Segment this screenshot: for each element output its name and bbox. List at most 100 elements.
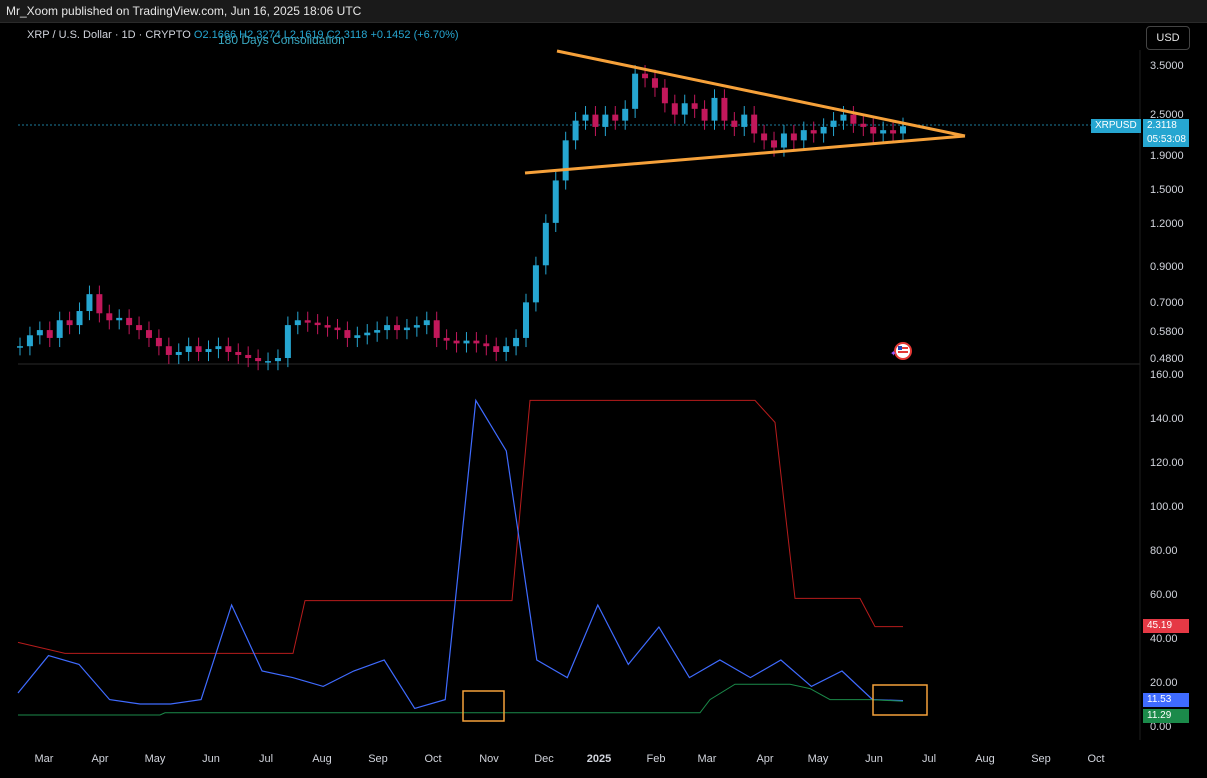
candle-body	[800, 130, 807, 141]
indicator-tick-label: 40.00	[1150, 633, 1178, 645]
candlestick-series	[17, 65, 906, 371]
symbol-title: XRP / U.S. Dollar · 1D · CRYPTO	[27, 29, 191, 41]
candle-body	[820, 126, 827, 134]
candle-body	[46, 330, 53, 338]
candle-body	[741, 114, 748, 127]
candle-body	[423, 320, 430, 326]
candle-body	[592, 114, 599, 127]
candle-body	[86, 294, 93, 312]
us-flag-event-icon[interactable]: ✦	[890, 342, 912, 360]
candle-body	[860, 123, 867, 127]
time-tick-label: Aug	[312, 753, 332, 765]
candle-body	[721, 97, 728, 121]
time-tick-label: Apr	[756, 753, 773, 765]
price-tick-label: 1.9000	[1150, 150, 1184, 162]
time-tick-label: Oct	[424, 753, 441, 765]
svg-text:✦: ✦	[890, 349, 897, 358]
candle-body	[542, 222, 549, 266]
candle-body	[761, 133, 768, 141]
candle-body	[56, 320, 63, 338]
price-tick-label: 0.7000	[1150, 297, 1184, 309]
candle-body	[235, 351, 242, 355]
green-value-tag: 11.29	[1143, 709, 1189, 723]
triangle-upper-line[interactable]	[556, 49, 966, 138]
candle-body	[522, 302, 529, 338]
time-tick-label: Jun	[202, 753, 220, 765]
candle-body	[562, 140, 569, 181]
candle-body	[602, 114, 609, 127]
green-indicator-line	[18, 683, 904, 716]
highlight-box-nov[interactable]	[462, 690, 505, 722]
candle-body	[265, 361, 272, 363]
price-tag: 2.3118	[1143, 119, 1189, 133]
currency-button[interactable]: USD	[1146, 26, 1190, 50]
candle-body	[701, 108, 708, 121]
time-tick-label: Jun	[865, 753, 883, 765]
time-axis-ticks: Mar Apr May Jun Jul Aug Sep Oct Nov Dec 2025 Feb Mar…	[35, 753, 1105, 765]
candle-body	[205, 349, 212, 352]
candle-body	[225, 346, 232, 352]
candle-body	[374, 330, 381, 333]
time-tick-label: Dec	[534, 753, 554, 765]
time-tick-label: Jul	[922, 753, 936, 765]
candle-body	[294, 320, 301, 326]
candle-body	[255, 358, 262, 362]
indicator-tick-label: 120.00	[1150, 457, 1184, 469]
candle-body	[443, 337, 450, 341]
candle-body	[165, 346, 172, 355]
chart-canvas[interactable]: 3.50002.50001.90001.50001.20000.90000.70…	[0, 0, 1207, 777]
candle-body	[503, 346, 510, 352]
candle-body	[790, 133, 797, 141]
candle-body	[582, 114, 589, 121]
candle-body	[384, 325, 391, 331]
candle-body	[106, 313, 113, 321]
price-tick-label: 1.2000	[1150, 218, 1184, 230]
candle-body	[642, 73, 649, 79]
candle-body	[453, 340, 460, 344]
blue-value-tag: 11.53	[1143, 693, 1189, 707]
candle-body	[354, 335, 361, 338]
candle-body	[552, 180, 559, 223]
time-tick-label: Sep	[368, 753, 388, 765]
price-tick-label: 3.5000	[1150, 60, 1184, 72]
candle-body	[850, 114, 857, 124]
candle-body	[651, 78, 658, 88]
price-tick-label: 0.9000	[1150, 261, 1184, 273]
candle-body	[145, 330, 152, 338]
candle-body	[890, 130, 897, 134]
blue-indicator-line	[17, 398, 904, 710]
candle-body	[274, 358, 281, 362]
candle-body	[572, 120, 579, 141]
countdown-tag: 05:53:08	[1143, 133, 1189, 147]
triangle-lower-line[interactable]	[524, 134, 966, 175]
candle-body	[532, 265, 539, 303]
candle-body	[780, 133, 787, 148]
red-indicator-line	[17, 399, 903, 654]
time-tick-label: May	[808, 753, 829, 765]
time-tick-label: Aug	[975, 753, 995, 765]
candle-body	[870, 126, 877, 134]
candle-body	[314, 322, 321, 326]
price-tick-label: 0.5800	[1150, 326, 1184, 338]
candle-body	[17, 346, 23, 348]
candle-body	[513, 337, 520, 347]
candle-body	[771, 140, 778, 148]
candle-body	[175, 351, 182, 355]
candle-body	[840, 114, 847, 121]
candle-body	[830, 120, 837, 127]
candle-body	[671, 103, 678, 115]
candle-body	[612, 114, 619, 121]
indicator-tick-label: 100.00	[1150, 501, 1184, 513]
candle-body	[900, 126, 906, 134]
indicator-tick-label: 80.00	[1150, 545, 1178, 557]
candle-body	[66, 320, 73, 326]
annotation-title: 180 Days Consolidation	[218, 33, 345, 47]
candle-body	[215, 346, 222, 350]
candle-body	[284, 325, 291, 358]
price-change: +0.1452 (+6.70%)	[370, 29, 459, 41]
candle-body	[126, 317, 133, 326]
indicator-tick-label: 20.00	[1150, 677, 1178, 689]
candle-body	[731, 120, 738, 127]
candle-body	[195, 346, 202, 352]
indicator-tick-label: 140.00	[1150, 413, 1184, 425]
